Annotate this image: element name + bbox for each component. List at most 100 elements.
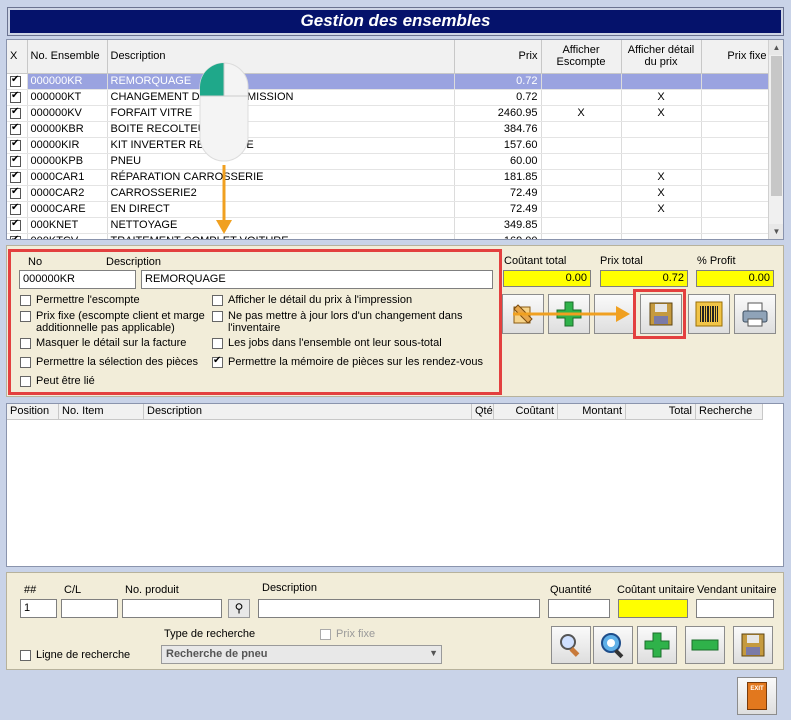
row-checkbox[interactable] (7, 185, 28, 202)
option-checks_right-0[interactable]: Afficher le détail du prix à l'impressio… (212, 294, 492, 306)
lookup-button[interactable] (593, 626, 633, 664)
zoom-button[interactable] (551, 626, 591, 664)
edit-button[interactable] (502, 294, 544, 334)
col-position[interactable]: Position (7, 404, 59, 420)
vend-unitaire-field[interactable] (696, 599, 774, 618)
option-checkbox[interactable] (212, 311, 223, 322)
hash-field[interactable]: 1 (20, 599, 57, 618)
save-item-button[interactable] (733, 626, 773, 664)
table-row[interactable]: 0000CAR1RÉPARATION CARROSSERIE181.85 X (7, 169, 771, 186)
prix-fixe-checkbox[interactable] (320, 629, 331, 640)
option-checkbox[interactable] (212, 295, 223, 306)
row-no: 00000KPB (27, 153, 108, 170)
print-button[interactable] (734, 294, 776, 334)
col-no-item[interactable]: No. Item (59, 404, 144, 420)
row-checkbox[interactable] (7, 89, 28, 106)
barcode-button[interactable] (688, 294, 730, 334)
col-recherche[interactable]: Recherche (696, 404, 763, 420)
option-checkbox[interactable] (212, 338, 223, 349)
row-checkbox[interactable] (7, 73, 28, 90)
row-escompte (541, 185, 622, 202)
col-x[interactable]: X (7, 40, 28, 74)
row-check-icon[interactable] (10, 234, 21, 239)
table-row[interactable]: 000000KRREMORQUAGE0.72 (7, 73, 771, 90)
scroll-thumb[interactable] (771, 56, 782, 196)
table-row[interactable]: 000000KVFORFAIT VITRE2460.95XX (7, 105, 771, 122)
quantite-field[interactable] (548, 599, 610, 618)
scroll-down-icon[interactable]: ▼ (769, 224, 783, 239)
table-row[interactable]: 0000CAR2CARROSSERIE272.49 X (7, 185, 771, 202)
ligne-recherche-checkbox[interactable] (20, 650, 31, 661)
row-checkbox[interactable] (7, 137, 28, 154)
row-check-icon[interactable] (10, 106, 21, 119)
option-checks_left-1[interactable]: Prix fixe (escompte client et marge addi… (20, 310, 205, 334)
row-check-icon[interactable] (10, 90, 21, 103)
row-checkbox[interactable] (7, 217, 28, 234)
option-checks_left-0[interactable]: Permettre l'escompte (20, 294, 205, 306)
row-checkbox[interactable] (7, 105, 28, 122)
option-checkbox[interactable] (212, 355, 223, 368)
option-checkbox[interactable] (20, 311, 31, 322)
option-checks_right-3[interactable]: Permettre la mémoire de pièces sur les r… (212, 355, 492, 368)
add-item-button[interactable] (637, 626, 677, 664)
table-row[interactable]: 00000KIRKIT INVERTER REMORQUE157.60 (7, 137, 771, 154)
table-row[interactable]: 00000KPBPNEU60.00 (7, 153, 771, 170)
row-check-icon[interactable] (10, 218, 21, 231)
col-item-description[interactable]: Description (144, 404, 472, 420)
option-checkbox[interactable] (20, 338, 31, 349)
option-checks_left-2[interactable]: Masquer le détail sur la facture (20, 337, 205, 349)
description-field[interactable]: REMORQUAGE (141, 270, 493, 289)
table-row[interactable]: 0000CAREEN DIRECT72.49 X (7, 201, 771, 218)
row-check-icon[interactable] (10, 154, 21, 167)
table-row[interactable]: 00000KBRBOITE RECOLTEUSE384.76 (7, 121, 771, 138)
cout-unitaire-field[interactable] (618, 599, 688, 618)
option-checks_right-2[interactable]: Les jobs dans l'ensemble ont leur sous-t… (212, 337, 492, 349)
add-button[interactable] (548, 294, 590, 334)
option-checks_left-3[interactable]: Permettre la sélection des pièces (20, 356, 205, 368)
items-grid[interactable]: Position No. Item Description Qté Coûtan… (6, 403, 784, 567)
row-check-icon[interactable] (10, 138, 21, 151)
table-row[interactable]: 000KTCVTRAITEMENT COMPLET VOITURE169.00 (7, 233, 771, 239)
col-afficher-detail[interactable]: Afficher détail du prix (621, 40, 702, 74)
option-checkbox[interactable] (20, 357, 31, 368)
row-check-icon[interactable] (10, 170, 21, 183)
exit-button[interactable]: EXIT (737, 677, 777, 715)
row-check-icon[interactable] (10, 122, 21, 135)
table-row[interactable]: 000000KTCHANGEMENT DE TRANSMISSION0.72 X (7, 89, 771, 106)
blank-button[interactable] (594, 294, 636, 334)
remove-item-button[interactable] (685, 626, 725, 664)
option-checkbox[interactable] (20, 295, 31, 306)
option-checks_left-4[interactable]: Peut être lié (20, 375, 205, 387)
produit-field[interactable] (122, 599, 222, 618)
col-montant[interactable]: Montant (558, 404, 626, 420)
col-coutant[interactable]: Coûtant (494, 404, 558, 420)
row-checkbox[interactable] (7, 121, 28, 138)
col-no-ensemble[interactable]: No. Ensemble (27, 40, 108, 74)
option-checkbox[interactable] (20, 376, 31, 387)
ensembles-grid[interactable]: X No. Ensemble Description Prix Afficher… (6, 39, 784, 240)
no-field[interactable]: 000000KR (19, 270, 136, 289)
grid-scrollbar[interactable]: ▲ ▼ (768, 40, 783, 239)
row-checkbox[interactable] (7, 233, 28, 239)
option-checks_right-1[interactable]: Ne pas mettre à jour lors d'un changemen… (212, 310, 492, 334)
cl-field[interactable] (61, 599, 118, 618)
ligne-recherche-option[interactable]: Ligne de recherche (20, 649, 130, 661)
col-prix[interactable]: Prix (454, 40, 542, 74)
search-icon[interactable]: ⚲ (228, 599, 250, 618)
type-recherche-select[interactable]: Recherche de pneu ▼ (161, 645, 442, 664)
row-check-icon[interactable] (10, 74, 21, 87)
row-checkbox[interactable] (7, 169, 28, 186)
col-afficher-escompte[interactable]: Afficher Escompte (541, 40, 622, 74)
col-description[interactable]: Description (107, 40, 455, 74)
row-check-icon[interactable] (10, 202, 21, 215)
scroll-up-icon[interactable]: ▲ (769, 40, 783, 55)
col-qte[interactable]: Qté (472, 404, 494, 420)
row-checkbox[interactable] (7, 201, 28, 218)
row-check-icon[interactable] (10, 186, 21, 199)
col-total[interactable]: Total (626, 404, 696, 420)
item-desc-field[interactable] (258, 599, 540, 618)
prix-fixe-option[interactable]: Prix fixe (320, 628, 375, 640)
row-checkbox[interactable] (7, 153, 28, 170)
table-row[interactable]: 000KNETNETTOYAGE349.85 (7, 217, 771, 234)
col-prix-fixe[interactable]: Prix fixe (701, 40, 771, 74)
